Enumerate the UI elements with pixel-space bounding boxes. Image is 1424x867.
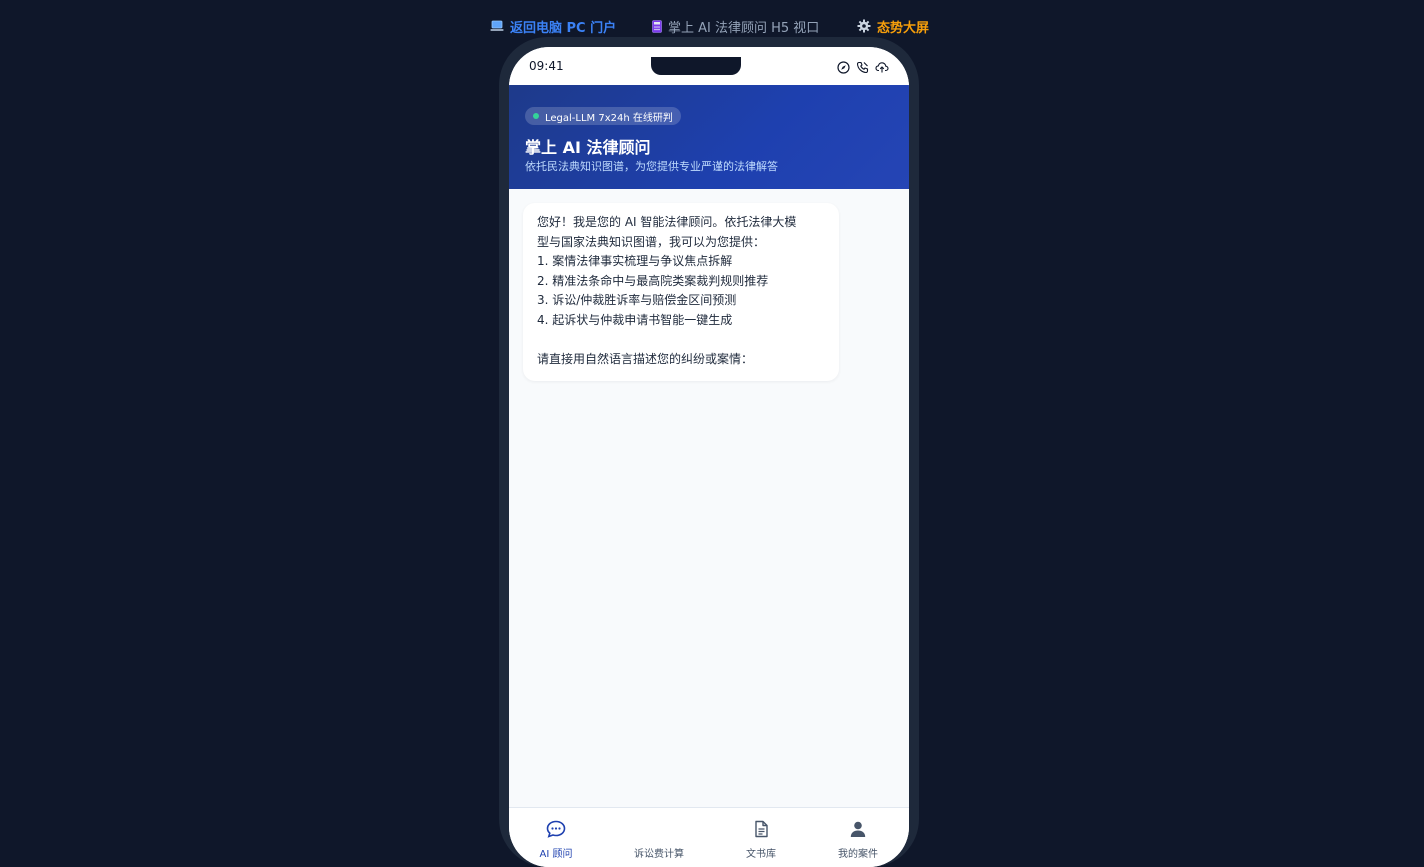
phone-notch <box>651 57 741 75</box>
cloud-upload-icon <box>875 59 889 78</box>
dashboard-link[interactable]: 态势大屏 <box>857 17 930 36</box>
gear-icon <box>857 19 871 33</box>
message-spacer <box>537 330 825 350</box>
document-icon <box>752 820 770 841</box>
h5-viewport-link[interactable]: 掌上 AI 法律顾问 H5 视口 <box>652 17 820 36</box>
compass-icon <box>837 59 850 78</box>
page-subtitle: 依托民法典知识图谱，为您提供专业严谨的法律解答 <box>525 160 778 173</box>
online-dot-icon <box>533 113 539 119</box>
tab-ai-advisor[interactable]: AI 顾问 <box>509 820 606 860</box>
tab-litigation-fee[interactable]: 诉讼费计算 <box>609 820 709 860</box>
message-line: 您好！我是您的 AI 智能法律顾问。依托法律大模 <box>537 215 797 229</box>
page-title: 掌上 AI 法律顾问 <box>525 138 651 157</box>
top-navigation: 返回电脑 PC 门户 掌上 AI 法律顾问 H5 视口 态势大屏 <box>0 14 1424 38</box>
status-icons <box>837 59 889 78</box>
message-closing: 请直接用自然语言描述您的纠纷或案情： <box>537 351 754 366</box>
h5-viewport-label: 掌上 AI 法律顾问 H5 视口 <box>668 20 820 36</box>
message-line: 3. 诉讼/仲裁胜诉率与赔偿金区间预测 <box>537 293 737 307</box>
tab-label: 我的案件 <box>838 849 878 860</box>
status-bar: 09:41 <box>509 47 909 85</box>
bottom-tab-bar: AI 顾问 诉讼费计算 文书库 我的案件 <box>509 807 909 867</box>
tab-label: 文书库 <box>746 849 776 860</box>
calculator-icon <box>650 820 668 841</box>
tab-label: AI 顾问 <box>539 849 573 860</box>
back-to-pc-portal-link[interactable]: 返回电脑 PC 门户 <box>490 17 617 36</box>
message-line: 型与国家法典知识图谱，我可以为您提供： <box>537 234 766 249</box>
online-status-label: Legal-LLM 7x24h 在线研判 <box>545 112 673 124</box>
phone-frame: 09:41 Legal-LLM 7x24h 在线研判 掌上 AI 法律顾问 依托… <box>499 37 919 867</box>
chat-area[interactable]: 您好！我是您的 AI 智能法律顾问。依托法律大模 型与国家法典知识图谱，我可以为… <box>509 189 909 807</box>
back-to-pc-portal-label: 返回电脑 PC 门户 <box>510 20 617 36</box>
app-header: Legal-LLM 7x24h 在线研判 掌上 AI 法律顾问 依托民法典知识图… <box>509 85 909 189</box>
message-line: 2. 精准法条命中与最高院类案裁判规则推荐 <box>537 273 769 288</box>
status-time: 09:41 <box>529 59 564 73</box>
tab-my-cases[interactable]: 我的案件 <box>808 820 908 860</box>
phone-call-icon <box>856 59 869 78</box>
calculator-icon <box>652 19 662 33</box>
laptop-icon <box>490 20 504 32</box>
online-status-badge: Legal-LLM 7x24h 在线研判 <box>525 107 681 125</box>
tab-document-library[interactable]: 文书库 <box>711 820 811 860</box>
message-line: 1. 案情法律事实梳理与争议焦点拆解 <box>537 254 733 268</box>
message-line: 4. 起诉状与仲裁申请书智能一键生成 <box>537 312 733 327</box>
user-icon <box>849 820 867 841</box>
chat-icon <box>546 820 566 841</box>
dashboard-label: 态势大屏 <box>877 20 930 36</box>
assistant-message-bubble: 您好！我是您的 AI 智能法律顾问。依托法律大模 型与国家法典知识图谱，我可以为… <box>523 203 839 381</box>
phone-screen: 09:41 Legal-LLM 7x24h 在线研判 掌上 AI 法律顾问 依托… <box>509 47 909 867</box>
tab-label: 诉讼费计算 <box>634 849 684 860</box>
